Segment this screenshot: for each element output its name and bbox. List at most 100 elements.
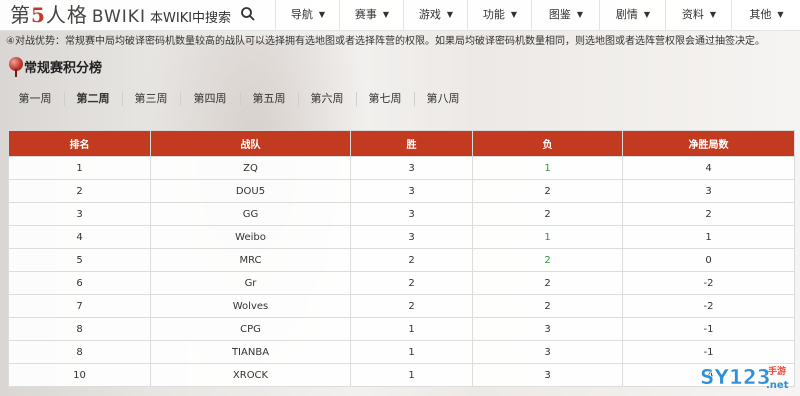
watermark-text: SY123 [700,365,771,389]
wins-cell: 1 [350,317,473,341]
team-cell: Gr [150,271,351,295]
logo-mark: 第5人格 [10,3,88,27]
rule-text: ④对战优势：常规赛中局均破译密码机数量较高的战队可以选择拥有选地图或者选择阵营的… [6,36,765,47]
nav-item-juqing[interactable]: 剧情 ▼ [599,0,666,30]
losses-cell: 2 [472,179,623,203]
header-net-games: 净胜局数 [622,130,795,157]
net-games-cell: -1 [622,340,795,364]
tab-divider [356,92,357,106]
nav-item-gongneng[interactable]: 功能 ▼ [467,0,532,30]
tab-week-7[interactable]: 第七周 [358,88,412,110]
net-games-cell: -2 [622,294,795,318]
nav-item-tujian[interactable]: 图鉴 ▼ [531,0,600,30]
team-cell: CPG [150,317,351,341]
table-row: 1 ZQ 3 1 4 [8,156,795,180]
wins-cell: 1 [350,340,473,364]
rank-cell: 6 [8,271,151,295]
losses-cell: 3 [472,340,623,364]
chevron-down-icon: ▼ [510,10,518,19]
header-team: 战队 [150,130,351,157]
tab-week-4[interactable]: 第四周 [182,88,238,110]
table-row: 10 XROCK 1 3 -4 [8,363,795,387]
search-input[interactable]: 本WIKI中搜索 [150,7,231,26]
chevron-down-icon: ▼ [576,10,584,19]
rank-cell: 8 [8,340,151,364]
pin-stem [15,69,17,77]
tab-divider [240,92,241,106]
table-row: 2 DOU5 3 2 3 [8,179,795,203]
team-cell: TIANBA [150,340,351,364]
chevron-down-icon: ▼ [382,10,390,19]
wins-cell: 3 [350,202,473,226]
net-games-cell: 3 [622,179,795,203]
nav-item-ziliao[interactable]: 资料 ▼ [665,0,732,30]
net-games-cell: -1 [622,317,795,341]
losses-cell: 2 [472,294,623,318]
net-games-cell: 2 [622,202,795,226]
net-games-cell: 1 [622,225,795,249]
team-cell: GG [150,202,351,226]
table-row: 4 Weibo 3 1 1 [8,225,795,249]
nav-item-daohang[interactable]: 导航 ▼ [275,0,340,30]
table-row: 3 GG 3 2 2 [8,202,795,226]
tab-divider [298,92,299,106]
losses-cell: 2 [472,248,623,272]
tab-divider [414,92,415,106]
table-row: 6 Gr 2 2 -2 [8,271,795,295]
team-cell: Wolves [150,294,351,318]
team-cell: ZQ [150,156,351,180]
chevron-down-icon: ▼ [446,10,454,19]
sy123-watermark-logo: SY123 手游 .net [700,365,789,391]
site-logo[interactable]: 第5人格 BWIKI [10,2,146,28]
losses-cell: 3 [472,363,623,387]
wins-cell: 1 [350,363,473,387]
losses-cell: 1 [472,225,623,249]
tab-week-6[interactable]: 第六周 [300,88,354,110]
watermark-sub: 手游 [768,365,786,377]
tab-divider [122,92,123,106]
losses-cell: 1 [472,156,623,180]
nav-item-youxi[interactable]: 游戏 ▼ [403,0,468,30]
chevron-down-icon: ▼ [777,10,784,19]
rank-cell: 10 [8,363,151,387]
losses-cell: 3 [472,317,623,341]
table-header-row: 排名 战队 胜 负 净胜局数 [8,130,795,157]
losses-cell: 2 [472,202,623,226]
wins-cell: 2 [350,248,473,272]
tab-week-5[interactable]: 第五周 [242,88,296,110]
table-row: 8 TIANBA 1 3 -1 [8,340,795,364]
wins-cell: 3 [350,225,473,249]
wins-cell: 3 [350,156,473,180]
rank-cell: 1 [8,156,151,180]
tab-divider [64,92,65,106]
table-row: 7 Wolves 2 2 -2 [8,294,795,318]
rank-cell: 3 [8,202,151,226]
team-cell: XROCK [150,363,351,387]
team-cell: MRC [150,248,351,272]
top-navigation-bar: 第5人格 BWIKI 本WIKI中搜索 导航 ▼ 赛事 ▼ 游戏 ▼ 功能 ▼ 图鉴 ▼ 剧… [0,0,800,31]
tab-week-1[interactable]: 第一周 [8,88,62,110]
table-row: 5 MRC 2 2 0 [8,248,795,272]
header-rank: 排名 [8,130,151,157]
wins-cell: 3 [350,179,473,203]
nav-item-qita[interactable]: 其他 ▼ [731,0,800,30]
chevron-down-icon: ▼ [318,10,326,19]
tab-week-3[interactable]: 第三周 [124,88,178,110]
standings-table: 排名 战队 胜 负 净胜局数 1 ZQ 3 1 4 2 DOU5 3 2 3 3 GG 3 2 2 4 Weib… [8,130,795,387]
net-games-cell: -2 [622,271,795,295]
team-cell: Weibo [150,225,351,249]
rank-cell: 2 [8,179,151,203]
table-row: 8 CPG 1 3 -1 [8,317,795,341]
tab-week-8[interactable]: 第八周 [416,88,470,110]
rank-cell: 8 [8,317,151,341]
chevron-down-icon: ▼ [709,10,717,19]
nav-item-saishi[interactable]: 赛事 ▼ [339,0,404,30]
rank-cell: 7 [8,294,151,318]
header-wins: 胜 [350,130,473,157]
rank-cell: 5 [8,248,151,272]
search-icon[interactable] [240,6,256,22]
net-games-cell: 0 [622,248,795,272]
tab-week-2[interactable]: 第二周 [66,88,120,110]
losses-cell: 2 [472,271,623,295]
team-cell: DOU5 [150,179,351,203]
